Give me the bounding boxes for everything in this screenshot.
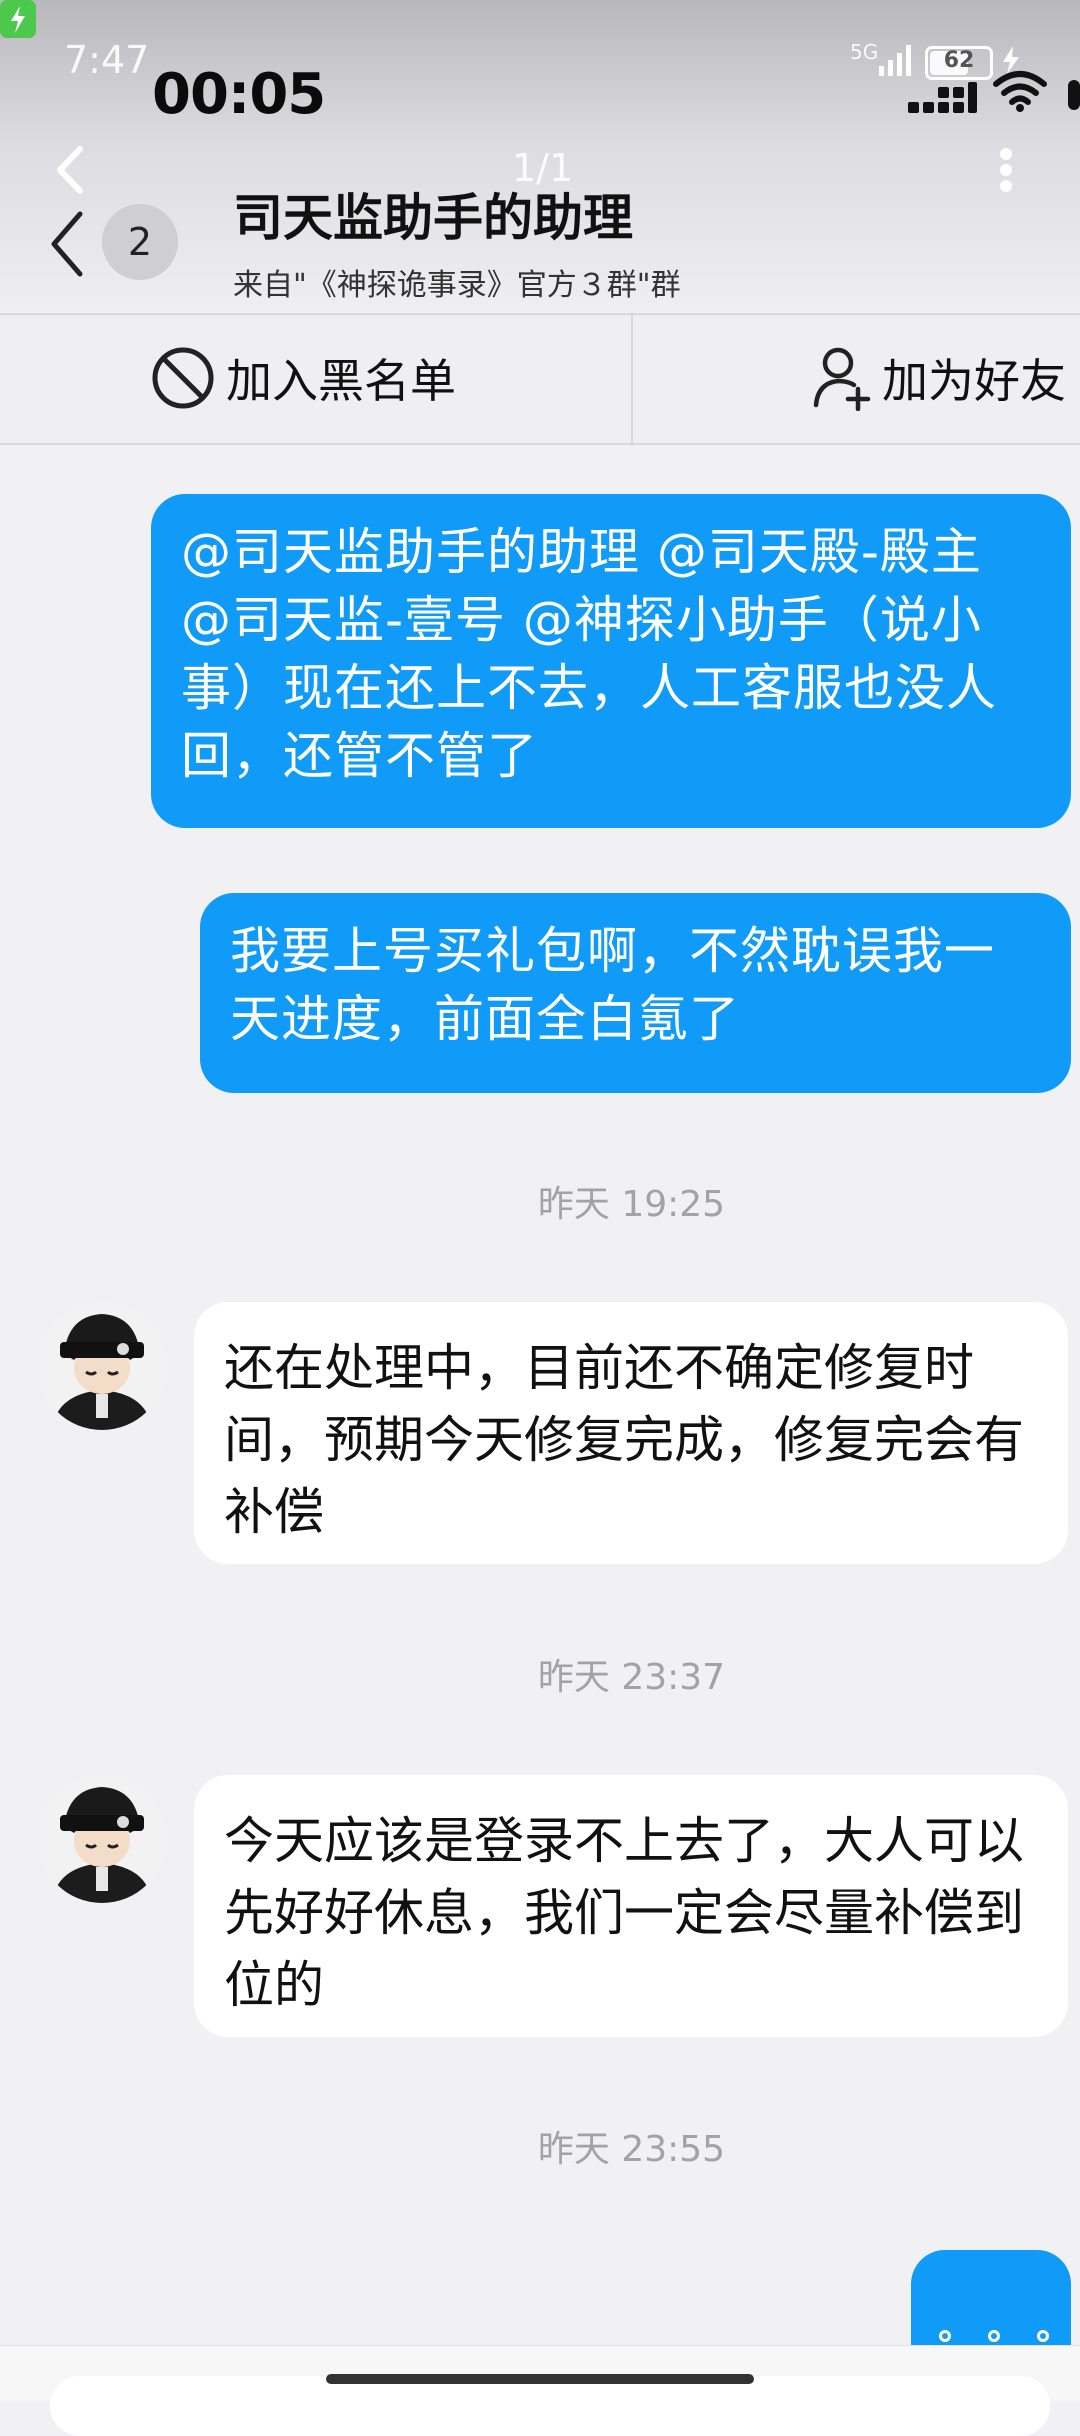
input-area	[0, 2345, 1080, 2436]
back-icon[interactable]	[44, 208, 88, 280]
add-friend-button-label: 加为好友	[882, 354, 1066, 408]
header-area: 7:47 00:05 5G 62 1/1 2 司天监助手的助理 来自"《神探诡事…	[0, 0, 1080, 312]
message-bubble-incoming[interactable]: 今天应该是登录不上去了，大人可以先好好休息，我们一定会尽量补偿到位的	[194, 1775, 1068, 2037]
charge-icon	[0, 0, 36, 38]
viewer-back-icon[interactable]	[52, 145, 86, 195]
block-button[interactable]: 加入黑名单	[150, 345, 456, 411]
message-bubble-outgoing[interactable]: 我要上号买礼包啊，不然耽误我一天进度，前面全白氪了	[200, 893, 1071, 1093]
avatar[interactable]	[38, 1302, 166, 1430]
signal-icon	[879, 45, 911, 76]
network-type-label: 5G	[850, 40, 879, 64]
stranger-action-bar: 加入黑名单 加为好友	[0, 313, 1080, 445]
block-icon	[152, 347, 214, 409]
add-friend-button[interactable]: 加为好友	[812, 345, 1066, 411]
message-bubble-incoming[interactable]: 还在处理中，目前还不确定修复时间，预期今天修复完成，修复完会有补偿	[194, 1302, 1068, 1564]
message-bubble-outgoing[interactable]: @司天监助手的助理 @司天殿-殿主 @司天监-壹号 @神探小助手（说小事）现在还…	[151, 494, 1071, 828]
battery-icon: 62	[925, 46, 993, 80]
chat-subtitle: 来自"《神探诡事录》官方３群"群	[233, 268, 681, 303]
message-input[interactable]	[50, 2376, 1050, 2436]
add-user-icon	[813, 347, 871, 411]
message-timestamp: 昨天 19:25	[537, 1184, 726, 1225]
message-timestamp: 昨天 23:55	[537, 2129, 726, 2170]
wifi-icon	[993, 71, 1047, 112]
block-button-label: 加入黑名单	[226, 354, 456, 408]
grid-dots-icon	[908, 82, 977, 113]
more-icon[interactable]	[998, 148, 1014, 192]
message-bubble-outgoing-partial[interactable]	[911, 2250, 1071, 2360]
home-indicator[interactable]	[326, 2374, 754, 2384]
status-time: 7:47	[64, 38, 150, 82]
ellipsis-icon	[939, 2330, 1049, 2342]
avatar[interactable]	[38, 1775, 166, 1903]
screen-recorder-timer: 00:05	[152, 62, 326, 127]
status-indicator	[1068, 80, 1080, 110]
battery-level: 62	[943, 48, 975, 73]
message-timestamp: 昨天 23:37	[537, 1657, 726, 1698]
action-divider	[631, 315, 633, 443]
chat-title: 司天监助手的助理	[233, 189, 633, 247]
unread-badge[interactable]: 2	[102, 204, 178, 280]
